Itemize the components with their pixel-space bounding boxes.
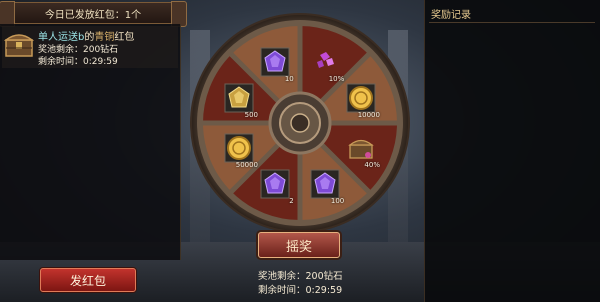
wheel-reward-slot: 50000 xyxy=(224,133,258,169)
wheel-reward-label: 2 xyxy=(289,196,294,205)
wheel-reward-slot: 2 xyxy=(260,169,294,205)
wheel-reward-label: 100 xyxy=(330,196,345,205)
purple-gem-2-icon xyxy=(260,169,290,199)
wheel-reward-slot: 40% xyxy=(346,133,380,169)
purple-gem-10-icon xyxy=(260,47,290,77)
spin-button[interactable]: 摇奖 xyxy=(258,232,340,258)
reward-record-list[interactable] xyxy=(429,24,595,294)
wheel-reward-slot: 10000 xyxy=(346,83,380,119)
reward-record-panel: 奖励记录 xyxy=(424,0,600,302)
wheel-reward-label: 500 xyxy=(244,110,259,119)
lottery-wheel xyxy=(190,13,410,233)
wheel-reward-slot: 100 xyxy=(310,169,344,205)
red-packet-time-left: 剩余时间：0:29:59 xyxy=(38,57,118,67)
red-packet-panel: 今日已发放红包：1个 单人运送b的青铜红包 奖池剩余：200钻石 剩余时间：0:… xyxy=(0,0,187,302)
wheel-reward-slot: 10% xyxy=(310,47,344,83)
wheel-reward-label: 40% xyxy=(364,161,380,170)
wheel-pool-left: 奖池剩余：200钻石 xyxy=(258,271,343,282)
packets-sent-banner: 今日已发放红包：1个 xyxy=(0,1,187,27)
wheel-reward-label: 10% xyxy=(328,75,345,84)
purple-gem-100-icon xyxy=(310,169,340,199)
wheel-time-left: 剩余时间：0:29:59 xyxy=(258,285,343,296)
wheel-reward-slot: 500 xyxy=(224,83,258,119)
packets-sent-label: 今日已发放红包：1个 xyxy=(44,9,142,21)
treasure-chest-icon xyxy=(4,34,34,57)
red-packet-item[interactable]: 单人运送b的青铜红包 奖池剩余：200钻石 剩余时间：0:29:59 xyxy=(2,26,178,68)
gold-coins-10000-icon xyxy=(346,83,376,113)
diamond-10pct-icon xyxy=(317,52,335,69)
send-red-packet-button[interactable]: 发红包 xyxy=(40,268,136,292)
wheel-reward-slot: 10 xyxy=(260,47,294,83)
wheel-reward-label: 10 xyxy=(284,75,294,84)
reward-record-divider xyxy=(429,22,595,23)
wheel-hub-center xyxy=(290,113,310,133)
wheel-reward-label: 50000 xyxy=(235,161,259,170)
treasure-chest-icon xyxy=(348,140,374,159)
reward-record-title: 奖励记录 xyxy=(431,10,471,21)
red-packet-list[interactable]: 单人运送b的青铜红包 奖池剩余：200钻石 剩余时间：0:29:59 xyxy=(0,24,181,260)
gold-gem-500-icon xyxy=(224,83,254,113)
red-packet-title: 单人运送b的青铜红包 xyxy=(38,28,134,43)
gold-coins-50000-icon xyxy=(224,133,254,163)
wheel-reward-label: 10000 xyxy=(357,110,380,119)
